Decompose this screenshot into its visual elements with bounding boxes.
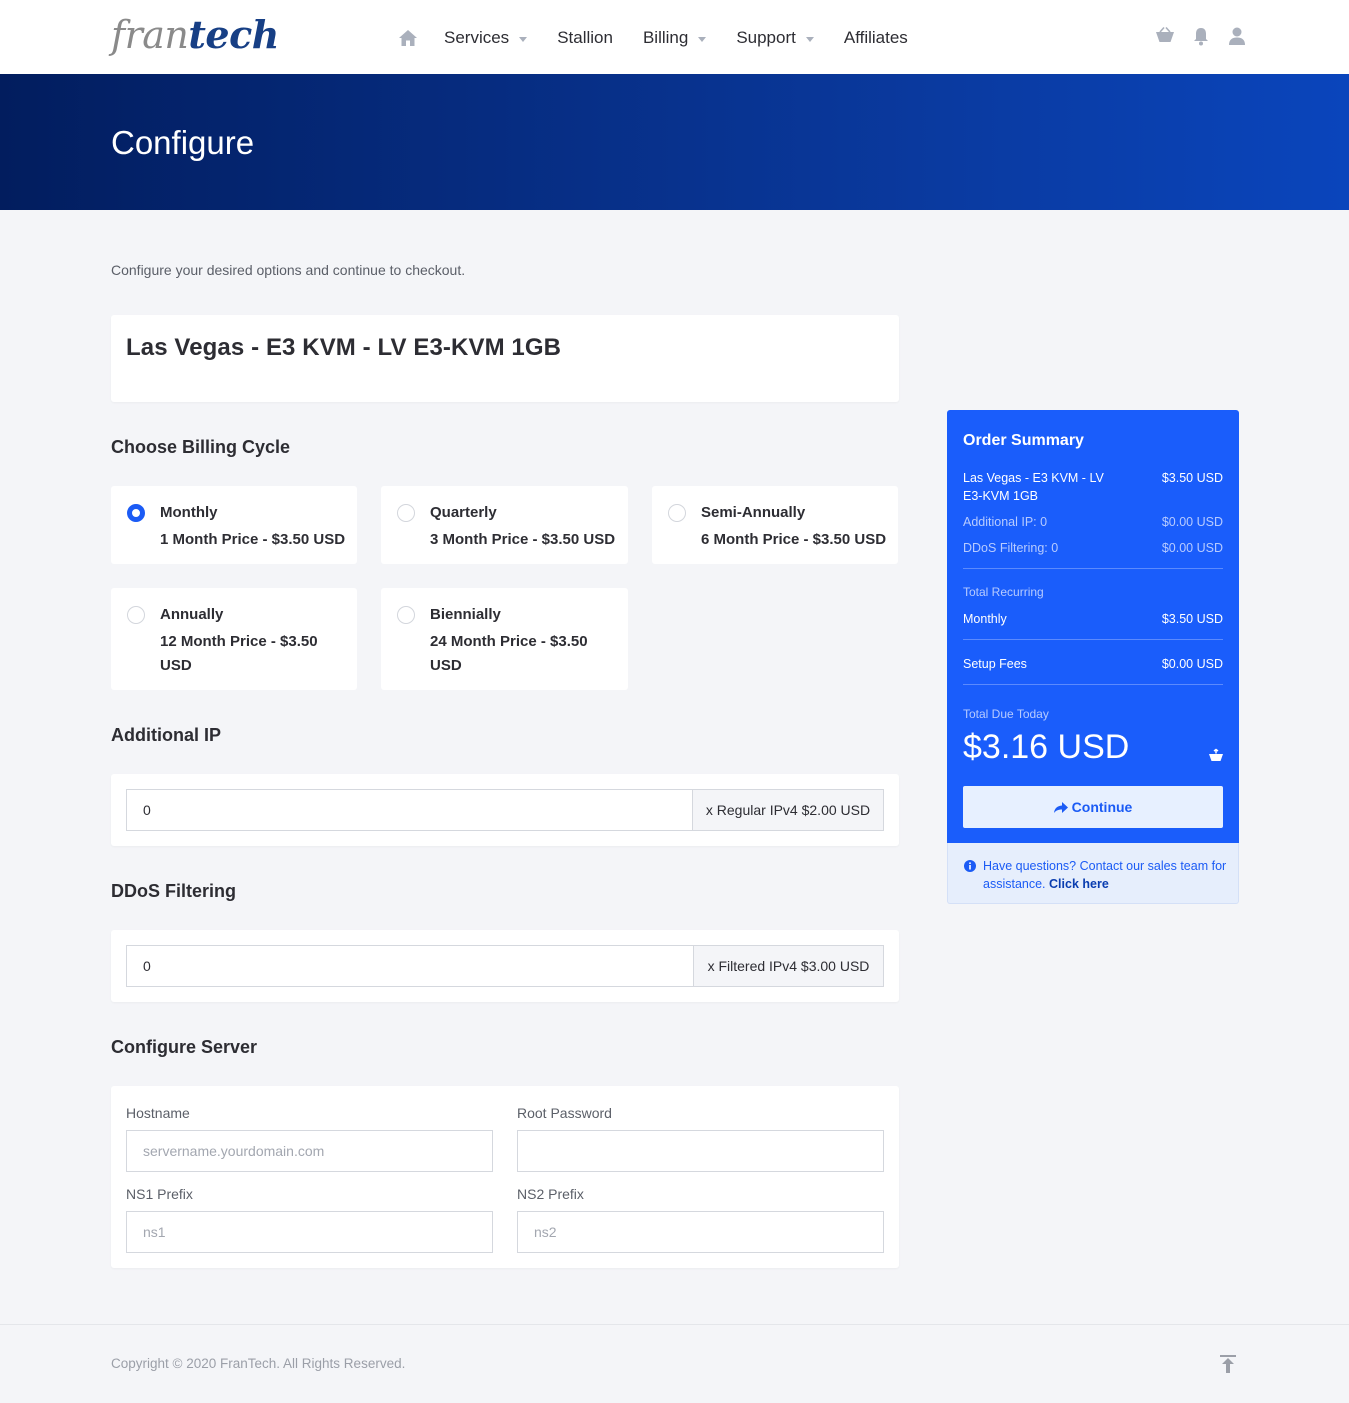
nav-affiliates[interactable]: Affiliates	[844, 28, 908, 48]
nav-stallion-label: Stallion	[557, 28, 613, 47]
nav-affiliates-label: Affiliates	[843, 28, 908, 47]
root-password-label: Root Password	[517, 1105, 612, 1121]
hostname-label: Hostname	[126, 1105, 190, 1121]
sales-help-text: Have questions? Contact our sales team f…	[983, 857, 1228, 893]
billing-option-title: Monthly	[160, 504, 218, 521]
billing-option-price: 3 Month Price - $3.50 USD	[430, 531, 616, 548]
bell-icon[interactable]	[1191, 26, 1211, 48]
logo-text-tech: tech	[188, 12, 279, 57]
total-recurring-label: Total Recurring	[963, 585, 1044, 599]
total-due-label: Total Due Today	[963, 707, 1049, 721]
product-name: Las Vegas - E3 KVM - LV E3-KVM 1GB	[126, 334, 562, 361]
billing-option-price: 12 Month Price - $3.50 USD	[160, 633, 318, 674]
ddos-filtering-heading: DDoS Filtering	[111, 881, 236, 901]
billing-option-monthly[interactable]: Monthly 1 Month Price - $3.50 USD	[111, 486, 357, 564]
summary-recurring-cycle: Monthly	[963, 612, 1007, 626]
additional-ip-heading: Additional IP	[111, 725, 221, 745]
billing-option-title: Quarterly	[430, 504, 497, 521]
nav-services[interactable]: Services	[444, 28, 528, 48]
continue-button-label: Continue	[1071, 799, 1133, 815]
summary-divider	[963, 639, 1223, 640]
chevron-down-icon	[805, 36, 814, 42]
billing-cycle-heading: Choose Billing Cycle	[111, 437, 291, 457]
summary-divider	[963, 568, 1223, 569]
info-circle-icon	[964, 859, 976, 872]
billing-option-annually[interactable]: Annually 12 Month Price - $3.50 USD	[111, 588, 357, 690]
billing-option-semi-annually[interactable]: Semi-Annually 6 Month Price - $3.50 USD	[652, 486, 898, 564]
summary-product-price: $3.50 USD	[1161, 471, 1223, 485]
summary-recurring-price: $3.50 USD	[1161, 612, 1223, 626]
billing-option-price: 1 Month Price - $3.50 USD	[160, 531, 346, 548]
chevron-down-icon	[519, 36, 528, 42]
copyright-text: Copyright © 2020 FranTech. All Rights Re…	[111, 1356, 406, 1371]
cart-icon[interactable]	[1155, 26, 1175, 48]
summary-ddos-price: $0.00 USD	[1161, 541, 1223, 555]
chevron-down-icon	[698, 36, 707, 42]
nav-services-label: Services	[444, 28, 510, 47]
radio-monthly[interactable]	[127, 504, 145, 522]
logo-text-fran: fran	[111, 13, 189, 57]
frantech-logo[interactable]: frantech	[111, 12, 279, 57]
configure-server-heading: Configure Server	[111, 1037, 258, 1057]
root-password-input[interactable]	[517, 1130, 884, 1172]
basket-icon	[1208, 747, 1224, 763]
click-here-link[interactable]: Click here	[1049, 877, 1109, 891]
page-title: Configure	[111, 124, 255, 161]
summary-setup-price: $0.00 USD	[1161, 657, 1223, 671]
additional-ip-card: 0 x Regular IPv4 $2.00 USD	[111, 774, 899, 846]
home-icon[interactable]	[398, 28, 418, 48]
summary-additional-ip-price: $0.00 USD	[1161, 515, 1223, 529]
total-due-amount: $3.16 USD	[963, 728, 1130, 766]
nav-support-label: Support	[736, 28, 796, 47]
radio-semi-annually[interactable]	[668, 504, 686, 522]
nav-billing-label: Billing	[642, 28, 689, 47]
share-arrow-icon	[1053, 802, 1068, 813]
ddos-filtering-input[interactable]: 0	[126, 945, 694, 987]
nav-support[interactable]: Support	[736, 28, 814, 48]
billing-option-quarterly[interactable]: Quarterly 3 Month Price - $3.50 USD	[381, 486, 628, 564]
additional-ip-input[interactable]: 0	[126, 789, 693, 831]
radio-quarterly[interactable]	[397, 504, 415, 522]
back-to-top-icon[interactable]	[1218, 1354, 1238, 1374]
radio-annually[interactable]	[127, 606, 145, 624]
summary-divider	[963, 684, 1223, 685]
nav-billing[interactable]: Billing	[642, 28, 707, 48]
hostname-input[interactable]: servername.yourdomain.com	[126, 1130, 493, 1172]
ns1-prefix-label: NS1 Prefix	[126, 1186, 193, 1202]
ns2-prefix-label: NS2 Prefix	[517, 1186, 584, 1202]
main-nav: Services Stallion Billing Support Affili…	[398, 26, 938, 50]
summary-product-row: Las Vegas - E3 KVM - LV E3-KVM 1GB $3.50…	[963, 469, 1223, 505]
billing-option-title: Semi-Annually	[701, 504, 806, 521]
footer-divider	[0, 1324, 1349, 1325]
intro-text: Configure your desired options and conti…	[111, 262, 466, 278]
ns2-prefix-input[interactable]: ns2	[517, 1211, 884, 1253]
billing-option-biennially[interactable]: Biennially 24 Month Price - $3.50 USD	[381, 588, 628, 690]
summary-ddos-label: DDoS Filtering: 0	[963, 541, 1059, 555]
ddos-filtering-addon: x Filtered IPv4 $3.00 USD	[693, 945, 884, 987]
billing-option-price: 24 Month Price - $3.50 USD	[430, 633, 588, 674]
user-icon[interactable]	[1227, 26, 1247, 48]
billing-option-price: 6 Month Price - $3.50 USD	[701, 531, 887, 548]
configure-server-card: Hostname servername.yourdomain.com Root …	[111, 1086, 899, 1268]
ns1-prefix-input[interactable]: ns1	[126, 1211, 493, 1253]
continue-button[interactable]: Continue	[963, 786, 1223, 828]
additional-ip-addon: x Regular IPv4 $2.00 USD	[692, 789, 884, 831]
top-navbar: frantech Services Stallion Billing Suppo…	[0, 0, 1349, 74]
summary-additional-ip-label: Additional IP: 0	[963, 515, 1048, 529]
nav-stallion[interactable]: Stallion	[557, 28, 613, 48]
billing-option-title: Biennially	[430, 606, 501, 623]
billing-option-title: Annually	[160, 606, 224, 623]
page-banner: Configure	[0, 74, 1349, 210]
header-icons	[1139, 26, 1247, 48]
radio-biennially[interactable]	[397, 606, 415, 624]
ddos-filtering-card: 0 x Filtered IPv4 $3.00 USD	[111, 930, 899, 1002]
order-summary-title: Order Summary	[963, 432, 1084, 449]
summary-product-name: Las Vegas - E3 KVM - LV E3-KVM 1GB	[963, 471, 1104, 503]
product-card: Las Vegas - E3 KVM - LV E3-KVM 1GB	[111, 315, 899, 402]
sales-help-box: Have questions? Contact our sales team f…	[947, 843, 1239, 904]
order-summary: Order Summary Las Vegas - E3 KVM - LV E3…	[947, 410, 1239, 843]
summary-setup-label: Setup Fees	[963, 657, 1027, 671]
